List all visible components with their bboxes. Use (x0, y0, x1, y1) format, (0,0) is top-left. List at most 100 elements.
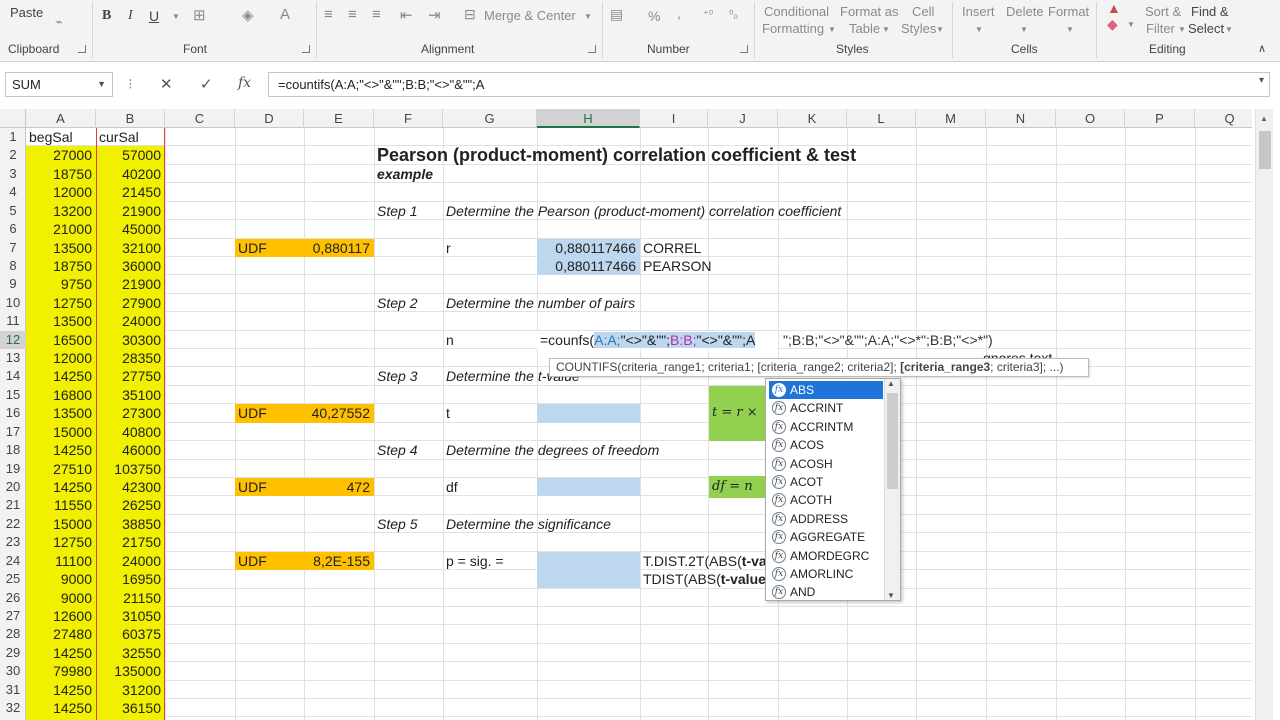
accounting-format-icon[interactable]: ▤ (610, 6, 623, 23)
scroll-thumb[interactable] (1259, 131, 1271, 169)
cell-a14[interactable]: 14250 (26, 367, 96, 385)
column-header-k[interactable]: K (778, 109, 847, 128)
merge-dropdown-icon[interactable]: ▼ (584, 12, 592, 21)
autocomplete-item-amorlinc[interactable]: fx AMORLINC (769, 565, 883, 583)
cell-a28[interactable]: 27480 (26, 625, 96, 643)
scroll-up-icon[interactable]: ▲ (1260, 114, 1268, 123)
row-header-6[interactable]: 6 (0, 220, 26, 238)
cell-styles-dropdown-icon[interactable]: ▼ (936, 25, 944, 34)
formula-input[interactable]: =countifs(A:A;"<>"&"";B:B;"<>"&"";A (268, 72, 1270, 97)
cell-b25[interactable]: 16950 (96, 570, 165, 588)
step2-label[interactable]: Step 2 (374, 294, 443, 312)
increase-decimal-icon[interactable]: ⁺⁰ (703, 8, 713, 21)
column-header-j[interactable]: J (708, 109, 778, 128)
autocomplete-item-accrint[interactable]: fx ACCRINT (769, 399, 883, 417)
cell-a21[interactable]: 11550 (26, 496, 96, 514)
t-label[interactable]: t (443, 404, 537, 422)
row-header-16[interactable]: 16 (0, 404, 26, 422)
expand-formula-icon[interactable]: ▾ (1259, 75, 1264, 86)
sort-filter-label-1[interactable]: Sort & (1145, 4, 1181, 19)
align-right-icon[interactable]: ≡ (372, 6, 381, 23)
scroll-thumb[interactable] (887, 393, 898, 489)
autocomplete-scrollbar[interactable]: ▲ ▼ (884, 379, 900, 600)
clipboard-launcher-icon[interactable] (78, 45, 86, 53)
column-header-n[interactable]: N (986, 109, 1056, 128)
vertical-scrollbar[interactable]: ▲ (1255, 109, 1273, 720)
find-select-dropdown-icon[interactable]: ▼ (1225, 25, 1233, 34)
cell-b22[interactable]: 38850 (96, 515, 165, 533)
pearson-value[interactable]: 0,880117466 (537, 257, 640, 275)
cell-a19[interactable]: 27510 (26, 460, 96, 478)
cell-styles-label-2[interactable]: Styles (901, 21, 936, 36)
insert-function-icon[interactable]: fx (238, 75, 251, 91)
row-header-31[interactable]: 31 (0, 681, 26, 699)
pearson-label[interactable]: PEARSON (640, 257, 760, 275)
delete-button[interactable]: Delete (1006, 4, 1044, 19)
row-header-5[interactable]: 5 (0, 202, 26, 220)
cell-a22[interactable]: 15000 (26, 515, 96, 533)
example-label[interactable]: example (374, 165, 494, 183)
row-header-10[interactable]: 10 (0, 294, 26, 312)
cell-a20[interactable]: 14250 (26, 478, 96, 496)
find-select-label-1[interactable]: Find & (1191, 4, 1229, 19)
step1-label[interactable]: Step 1 (374, 202, 443, 220)
autocomplete-item-accrintm[interactable]: fx ACCRINTM (769, 418, 883, 436)
row-header-15[interactable]: 15 (0, 386, 26, 404)
correl-value[interactable]: 0,880117466 (537, 239, 640, 257)
n-label[interactable]: n (443, 331, 537, 349)
borders-icon[interactable]: ⊞ (193, 6, 206, 24)
font-color-button[interactable]: A (280, 6, 290, 23)
italic-button[interactable]: I (128, 8, 133, 24)
sort-filter-dropdown-icon[interactable]: ▼ (1178, 25, 1186, 34)
cell-a9[interactable]: 9750 (26, 275, 96, 293)
alignment-launcher-icon[interactable] (588, 45, 596, 53)
fill-color-icon[interactable]: ◈ (242, 6, 254, 24)
row-header-1[interactable]: 1 (0, 128, 26, 146)
row-header-2[interactable]: 2 (0, 146, 26, 164)
row-header-13[interactable]: 13 (0, 349, 26, 367)
udf-label-t[interactable]: UDF (235, 404, 304, 422)
cell-b6[interactable]: 45000 (96, 220, 165, 238)
decrease-indent-icon[interactable]: ⇤ (400, 6, 413, 24)
column-header-d[interactable]: D (235, 109, 304, 128)
cell-a31[interactable]: 14250 (26, 681, 96, 699)
cell-b32[interactable]: 36150 (96, 699, 165, 717)
align-left-icon[interactable]: ≡ (324, 6, 333, 23)
format-as-table-label-2[interactable]: Table (849, 21, 880, 36)
autocomplete-item-aggregate[interactable]: fx AGGREGATE (769, 528, 883, 546)
cell-a24[interactable]: 11100 (26, 552, 96, 570)
clear-dropdown-icon[interactable]: ▼ (1127, 20, 1135, 29)
row-header-4[interactable]: 4 (0, 183, 26, 201)
cell-b16[interactable]: 27300 (96, 404, 165, 422)
autocomplete-item-acosh[interactable]: fx ACOSH (769, 455, 883, 473)
cell-b7[interactable]: 32100 (96, 239, 165, 257)
row-header-3[interactable]: 3 (0, 165, 26, 183)
cell-a13[interactable]: 12000 (26, 349, 96, 367)
row-header-19[interactable]: 19 (0, 460, 26, 478)
cell-a12[interactable]: 16500 (26, 331, 96, 349)
cell-b28[interactable]: 60375 (96, 625, 165, 643)
df-label[interactable]: df (443, 478, 537, 496)
cell-a2[interactable]: 27000 (26, 146, 96, 164)
step3-label[interactable]: Step 3 (374, 367, 443, 385)
cell-a7[interactable]: 13500 (26, 239, 96, 257)
cell-a25[interactable]: 9000 (26, 570, 96, 588)
cell-b21[interactable]: 26250 (96, 496, 165, 514)
column-header-c[interactable]: C (165, 109, 235, 128)
column-header-q[interactable]: Q (1195, 109, 1252, 128)
t-formula[interactable]: t = r × (709, 404, 767, 422)
find-select-label-2[interactable]: Select (1188, 21, 1224, 36)
column-header-i[interactable]: I (640, 109, 708, 128)
cell-styles-label-1[interactable]: Cell (912, 4, 934, 19)
cell-b9[interactable]: 21900 (96, 275, 165, 293)
cell-a23[interactable]: 12750 (26, 533, 96, 551)
cell-b30[interactable]: 135000 (96, 662, 165, 680)
conditional-formatting-label-1[interactable]: Conditional (764, 4, 829, 19)
cell-b12[interactable]: 30300 (96, 331, 165, 349)
row-header-24[interactable]: 24 (0, 552, 26, 570)
delete-dropdown-icon[interactable]: ▼ (1020, 25, 1028, 34)
column-header-l[interactable]: L (847, 109, 916, 128)
cell-b1[interactable]: curSal (96, 128, 165, 146)
row-header-27[interactable]: 27 (0, 607, 26, 625)
autocomplete-item-acoth[interactable]: fx ACOTH (769, 491, 883, 509)
